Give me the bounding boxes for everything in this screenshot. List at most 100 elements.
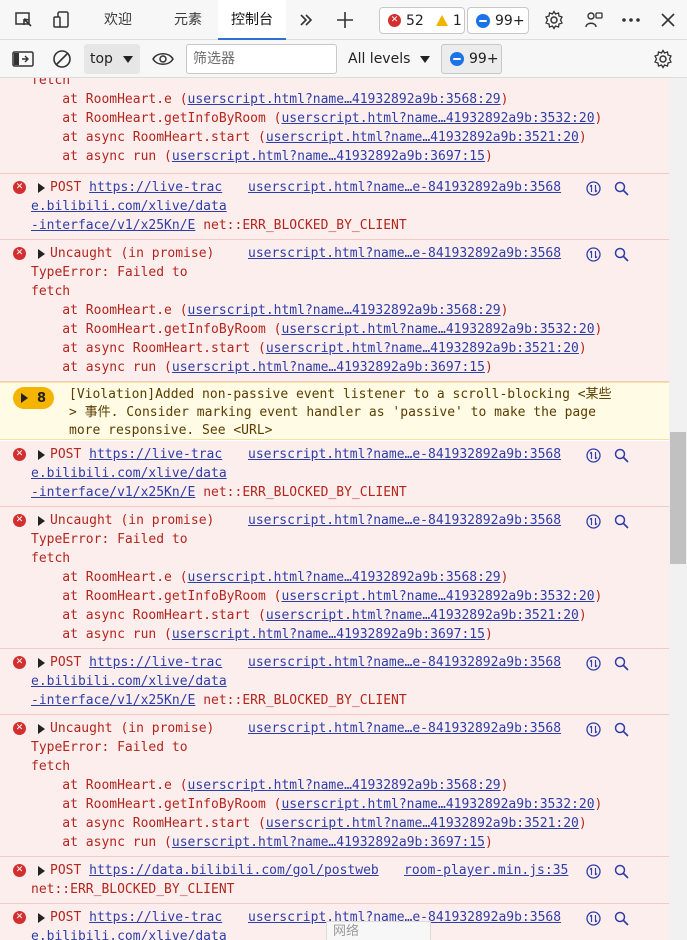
filter-input[interactable] bbox=[186, 44, 337, 74]
console-scrollbar-thumb[interactable] bbox=[670, 432, 686, 564]
search-icon[interactable] bbox=[613, 863, 629, 879]
issues-counter[interactable]: 99+ bbox=[467, 7, 529, 34]
drawer-tab-network[interactable]: 网络 bbox=[326, 921, 431, 940]
inspect-element-icon[interactable] bbox=[12, 8, 36, 32]
settings-gear-icon[interactable] bbox=[542, 8, 566, 32]
search-icon[interactable] bbox=[613, 513, 629, 529]
network-request-icon[interactable] bbox=[585, 447, 601, 463]
stack-frame-suffix: ) bbox=[594, 111, 603, 126]
network-request-icon[interactable] bbox=[585, 655, 601, 671]
expand-triangle-icon[interactable] bbox=[38, 724, 45, 734]
source-link[interactable]: userscript.html?name…e-841932892a9b:3568 bbox=[248, 721, 561, 736]
request-url[interactable]: https://live-trac bbox=[89, 180, 222, 195]
request-url-cont[interactable]: -interface/v1/x25Kn/E bbox=[31, 693, 195, 708]
tab-elements[interactable]: 元素 bbox=[162, 0, 214, 40]
request-url-cont[interactable]: e.bilibili.com/xlive/data bbox=[31, 929, 227, 940]
console-settings-gear-icon[interactable] bbox=[651, 47, 675, 71]
stack-frame-link[interactable]: userscript.html?name…41932892a9b:3697:15 bbox=[172, 360, 485, 375]
network-error-line: POST https://live-trac bbox=[50, 178, 222, 197]
stack-frame-link[interactable]: userscript.html?name…41932892a9b:3697:15 bbox=[172, 835, 485, 850]
stack-frame-link[interactable]: userscript.html?name…41932892a9b:3521:20 bbox=[266, 130, 579, 145]
tab-console[interactable]: 控制台 bbox=[218, 0, 286, 40]
stack-frame: at async RoomHeart.start (userscript.htm… bbox=[31, 606, 586, 625]
network-request-icon[interactable] bbox=[585, 721, 601, 737]
expand-triangle-icon[interactable] bbox=[38, 450, 45, 460]
request-url[interactable]: https://data.bilibili.com/gol/postweb bbox=[89, 863, 379, 878]
stack-frame-prefix: at async run ( bbox=[31, 627, 172, 642]
tab-welcome[interactable]: 欢迎 bbox=[92, 0, 144, 40]
search-icon[interactable] bbox=[613, 910, 629, 926]
error-text: TypeError: Failed to bbox=[31, 263, 188, 282]
stack-frame-link[interactable]: userscript.html?name…41932892a9b:3568:29 bbox=[188, 570, 501, 585]
source-link[interactable]: room-player.min.js:35 bbox=[404, 863, 568, 878]
network-request-icon[interactable] bbox=[585, 513, 601, 529]
expand-triangle-icon[interactable] bbox=[38, 658, 45, 668]
source-link[interactable]: userscript.html?name…e-841932892a9b:3568 bbox=[248, 447, 561, 462]
more-tabs-icon[interactable] bbox=[294, 8, 318, 32]
expand-triangle-icon[interactable] bbox=[38, 516, 45, 526]
stack-frame-suffix: ) bbox=[484, 835, 493, 850]
request-url-cont[interactable]: e.bilibili.com/xlive/data bbox=[31, 674, 227, 689]
request-url[interactable]: https://live-trac bbox=[89, 910, 222, 925]
stack-frame-link[interactable]: userscript.html?name…41932892a9b:3697:15 bbox=[172, 149, 485, 164]
warning-group-badge[interactable]: 8 bbox=[13, 387, 54, 409]
network-error-line: POST https://live-trac bbox=[50, 908, 222, 927]
stack-frame-link[interactable]: userscript.html?name…41932892a9b:3532:20 bbox=[281, 111, 594, 126]
clear-console-icon[interactable] bbox=[50, 47, 74, 71]
stack-frame-suffix: ) bbox=[594, 322, 603, 337]
source-link[interactable]: userscript.html?name…e-841932892a9b:3568 bbox=[248, 246, 561, 261]
error-text: TypeError: Failed to bbox=[31, 738, 188, 757]
context-selector[interactable]: top bbox=[84, 44, 140, 74]
stack-frame-link[interactable]: userscript.html?name…41932892a9b:3532:20 bbox=[281, 322, 594, 337]
search-icon[interactable] bbox=[613, 180, 629, 196]
expand-triangle-icon[interactable] bbox=[38, 866, 45, 876]
device-emulation-icon[interactable] bbox=[50, 8, 74, 32]
stack-frame-suffix: ) bbox=[500, 778, 509, 793]
error-fetch-text: fetch bbox=[31, 759, 71, 774]
network-request-icon[interactable] bbox=[585, 180, 601, 196]
stack-frame-link[interactable]: userscript.html?name…41932892a9b:3521:20 bbox=[266, 816, 579, 831]
stack-frame-link[interactable]: userscript.html?name…41932892a9b:3521:20 bbox=[266, 608, 579, 623]
add-tab-icon[interactable] bbox=[333, 8, 357, 32]
request-url-cont[interactable]: e.bilibili.com/xlive/data bbox=[31, 466, 227, 481]
request-url-cont[interactable]: e.bilibili.com/xlive/data bbox=[31, 199, 227, 214]
sidebar-toggle-icon[interactable] bbox=[11, 47, 35, 71]
expand-triangle-icon[interactable] bbox=[38, 913, 45, 923]
expand-triangle-icon[interactable] bbox=[38, 249, 45, 259]
live-expression-eye-icon[interactable] bbox=[151, 47, 175, 71]
network-error-line: e.bilibili.com/xlive/data bbox=[31, 672, 227, 691]
source-link[interactable]: userscript.html?name…e-841932892a9b:3568 bbox=[248, 655, 561, 670]
source-link[interactable]: userscript.html?name…e-841932892a9b:3568 bbox=[248, 180, 561, 195]
request-url-cont[interactable]: -interface/v1/x25Kn/E bbox=[31, 218, 195, 233]
close-devtools-icon[interactable] bbox=[656, 8, 680, 32]
log-levels-dropdown[interactable]: All levels bbox=[348, 44, 431, 74]
stack-frame-prefix: at RoomHeart.getInfoByRoom ( bbox=[31, 797, 282, 812]
stack-frame-link[interactable]: userscript.html?name…41932892a9b:3568:29 bbox=[188, 303, 501, 318]
error-warning-counter[interactable]: ✕ 52 1 bbox=[379, 7, 465, 34]
stack-frame-link[interactable]: userscript.html?name…41932892a9b:3532:20 bbox=[281, 797, 594, 812]
stack-frame-link[interactable]: userscript.html?name…41932892a9b:3568:29 bbox=[188, 778, 501, 793]
source-link[interactable]: userscript.html?name…e-841932892a9b:3568 bbox=[248, 513, 561, 528]
stack-frame-link[interactable]: userscript.html?name…41932892a9b:3697:15 bbox=[172, 627, 485, 642]
stack-frame-link[interactable]: userscript.html?name…41932892a9b:3568:29 bbox=[188, 92, 501, 107]
feedback-icon[interactable] bbox=[582, 8, 606, 32]
search-icon[interactable] bbox=[613, 655, 629, 671]
request-url[interactable]: https://live-trac bbox=[89, 655, 222, 670]
network-request-icon[interactable] bbox=[585, 863, 601, 879]
network-request-icon[interactable] bbox=[585, 246, 601, 262]
search-icon[interactable] bbox=[613, 721, 629, 737]
more-options-icon[interactable] bbox=[619, 8, 643, 32]
search-icon[interactable] bbox=[613, 447, 629, 463]
error-icon: ✕ bbox=[13, 448, 26, 461]
error-text: fetch bbox=[31, 549, 70, 568]
issues-button[interactable]: 99+ bbox=[441, 44, 502, 74]
error-icon: ✕ bbox=[13, 911, 26, 924]
request-url[interactable]: https://live-trac bbox=[89, 447, 222, 462]
stack-frame-link[interactable]: userscript.html?name…41932892a9b:3532:20 bbox=[281, 589, 594, 604]
request-url-cont[interactable]: -interface/v1/x25Kn/E bbox=[31, 485, 195, 500]
stack-frame: at RoomHeart.e (userscript.html?name…419… bbox=[31, 90, 508, 109]
expand-triangle-icon[interactable] bbox=[38, 183, 45, 193]
search-icon[interactable] bbox=[613, 246, 629, 262]
network-request-icon[interactable] bbox=[585, 910, 601, 926]
stack-frame-link[interactable]: userscript.html?name…41932892a9b:3521:20 bbox=[266, 341, 579, 356]
